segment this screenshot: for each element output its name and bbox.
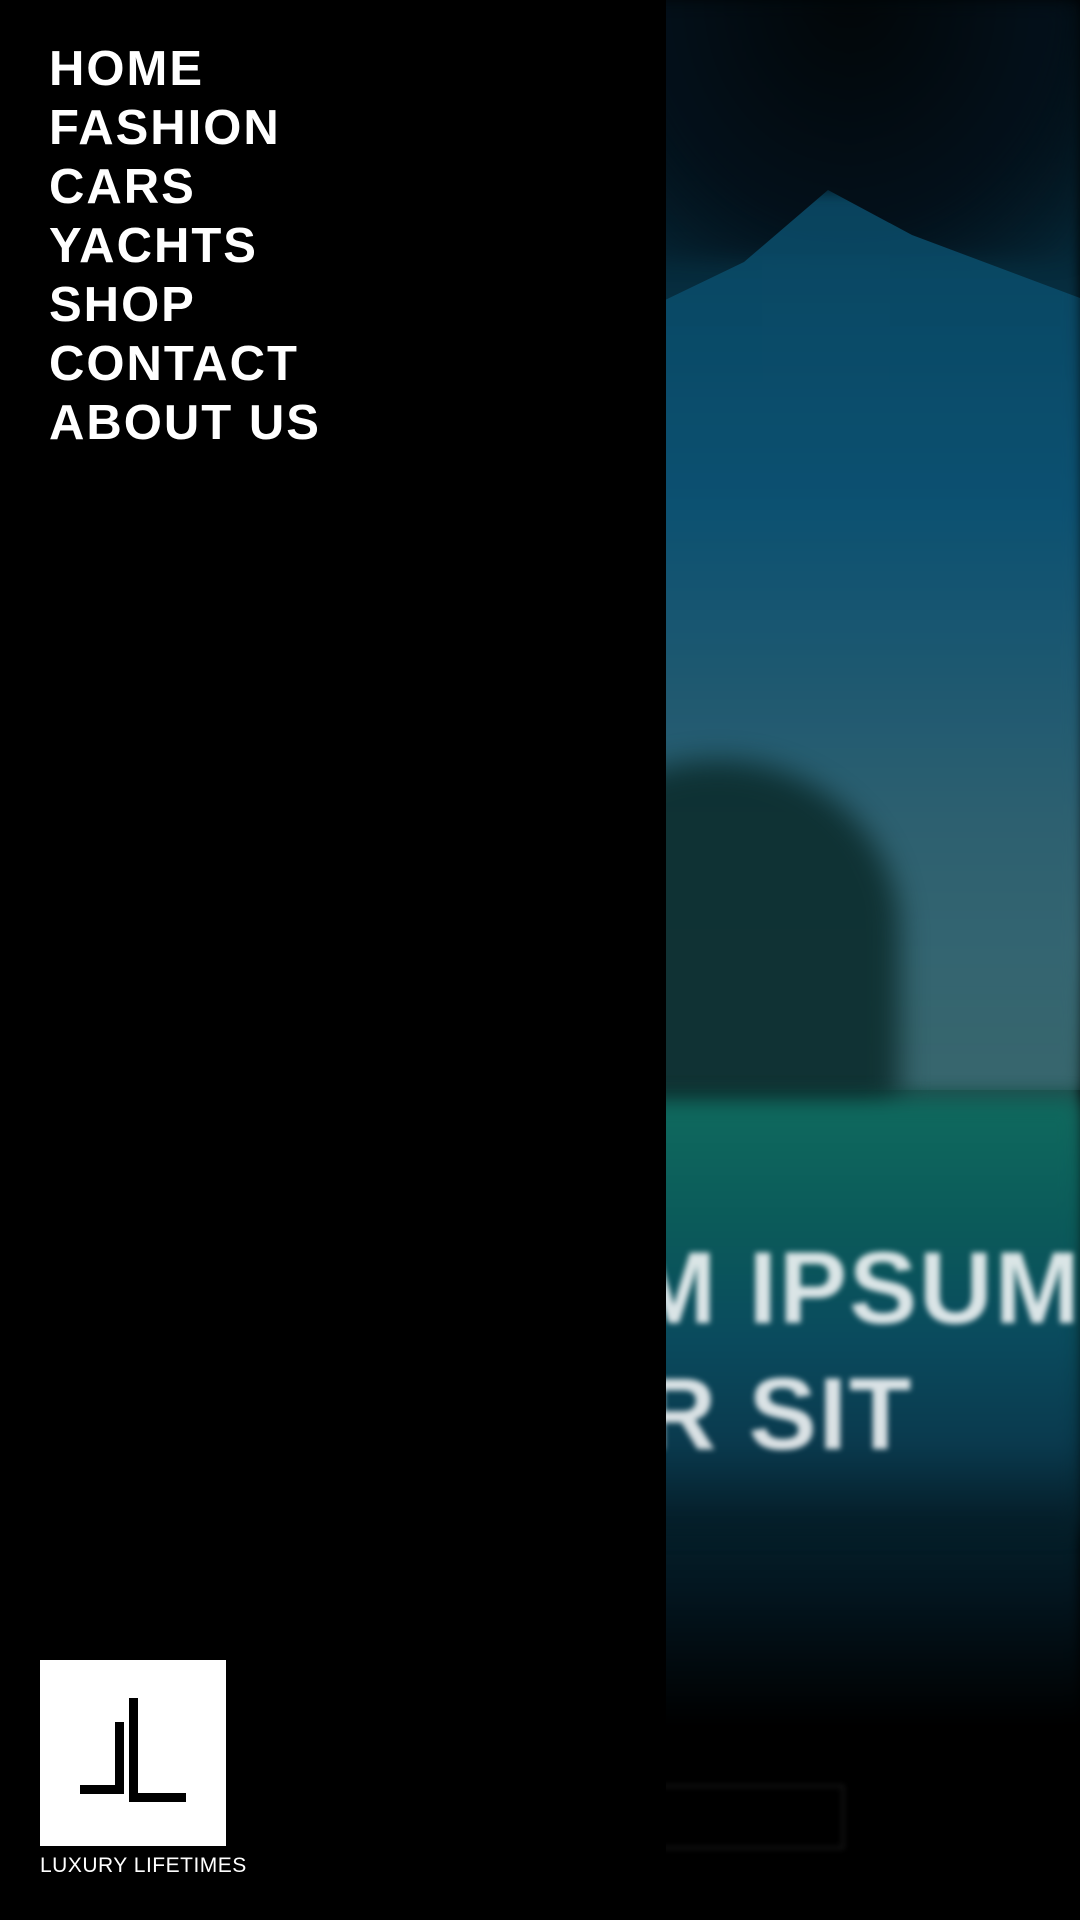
- main-nav: HOME FASHION CARS YACHTS SHOP CONTACT AB…: [49, 40, 321, 453]
- nav-item-home[interactable]: HOME: [49, 40, 321, 99]
- nav-item-about-us[interactable]: ABOUT US: [49, 394, 321, 453]
- logo-box: [40, 1660, 226, 1846]
- nav-item-fashion[interactable]: FASHION: [49, 99, 321, 158]
- brand-name: LUXURY LIFETIMES: [40, 1854, 247, 1877]
- side-drawer: HOME FASHION CARS YACHTS SHOP CONTACT AB…: [0, 0, 666, 1920]
- brand-logo[interactable]: LUXURY LIFETIMES: [40, 1660, 247, 1878]
- nav-item-shop[interactable]: SHOP: [49, 276, 321, 335]
- nav-item-contact[interactable]: CONTACT: [49, 335, 321, 394]
- nav-item-cars[interactable]: CARS: [49, 158, 321, 217]
- nav-item-yachts[interactable]: YACHTS: [49, 217, 321, 276]
- ll-monogram-icon: [80, 1698, 186, 1802]
